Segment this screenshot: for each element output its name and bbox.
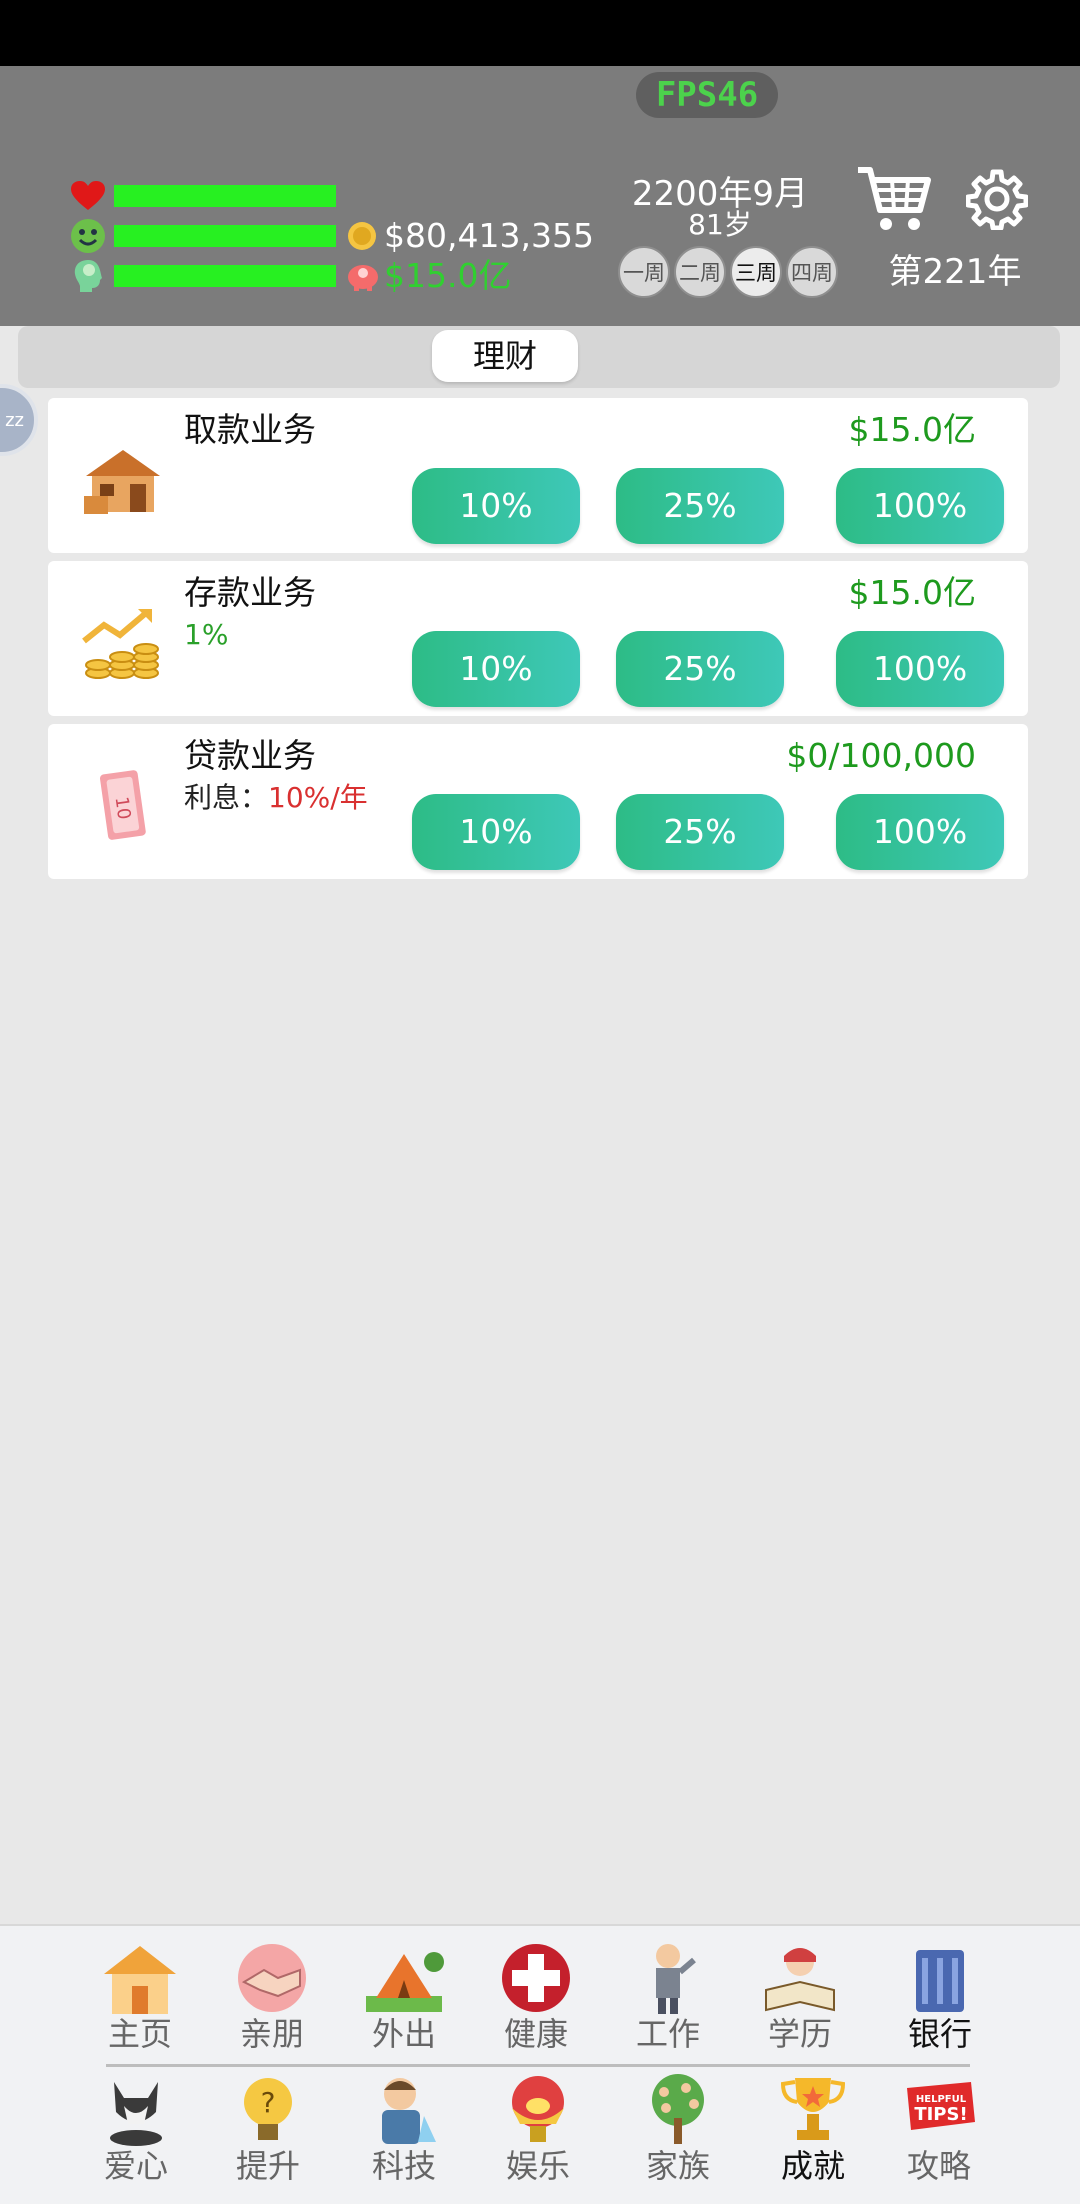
- sleep-bubble-button[interactable]: zz: [0, 384, 38, 456]
- scientist-icon: [382, 2078, 436, 2144]
- deposit-10-button[interactable]: 10%: [412, 631, 580, 707]
- student-reading-icon: [765, 1948, 835, 2012]
- nav-divider: [106, 2064, 970, 2067]
- interest-info: 利息：10%/年: [184, 780, 368, 816]
- nav-charity[interactable]: 爱心: [81, 2072, 191, 2186]
- banknote-icon: 10: [80, 768, 166, 844]
- withdraw-10-button[interactable]: 10%: [412, 468, 580, 544]
- tab-bar: 理财: [18, 326, 1060, 388]
- withdraw-house-icon: [80, 442, 166, 518]
- nav-health[interactable]: 健康: [481, 1940, 591, 2054]
- family-tree-icon: [652, 2074, 704, 2144]
- gear-icon[interactable]: [965, 168, 1029, 231]
- lightbulb-question-icon: ?: [244, 2078, 292, 2140]
- year-counter: 第221年: [888, 252, 1022, 292]
- nav-achievements[interactable]: 成就: [758, 2072, 868, 2186]
- status-bar: [0, 0, 1080, 66]
- loan-100-button[interactable]: 100%: [836, 794, 1004, 870]
- card-title: 取款业务: [184, 410, 316, 449]
- trophy-icon: [780, 2078, 846, 2140]
- piggy-bank-icon: [346, 260, 378, 292]
- nav-outing[interactable]: 外出: [349, 1940, 459, 2054]
- nav-friends[interactable]: 亲朋: [217, 1940, 327, 2054]
- loan-10-button[interactable]: 10%: [412, 794, 580, 870]
- bank-building-icon: [916, 1950, 964, 2012]
- loan-card: 10 贷款业务 利息：10%/年 $0/100,000 10% 25% 100%: [48, 724, 1028, 879]
- brain-head-icon: [70, 258, 106, 294]
- age-label: 81岁: [688, 208, 752, 241]
- card-value: $15.0亿: [848, 410, 976, 449]
- interest-label: 利息：: [184, 781, 269, 814]
- fps-counter: FPS46: [636, 72, 778, 118]
- card-title: 贷款业务: [184, 736, 316, 775]
- nav-entertainment[interactable]: 娱乐: [483, 2072, 593, 2186]
- health-bar: [114, 185, 336, 207]
- shopping-cart-icon[interactable]: [856, 164, 932, 236]
- intelligence-row: $15.0亿: [70, 258, 511, 294]
- interest-rate: 1%: [184, 618, 229, 651]
- nav-family[interactable]: 家族: [623, 2072, 733, 2186]
- card-value: $0/100,000: [786, 736, 976, 775]
- withdraw-100-button[interactable]: 100%: [836, 468, 1004, 544]
- nav-technology[interactable]: 科技: [349, 2072, 459, 2186]
- nav-improve[interactable]: ? 提升: [213, 2072, 323, 2186]
- money-value: $80,413,355: [384, 216, 594, 255]
- husky-dog-icon: [110, 2082, 162, 2146]
- interest-value: 10%/年: [268, 781, 368, 814]
- loan-25-button[interactable]: 25%: [616, 794, 784, 870]
- house-icon: [104, 1946, 176, 2014]
- bottom-nav: 主页 亲朋 外出 健康 工作 学历 银行 爱心 ? 提升 科技 娱乐 家族 成就…: [0, 1924, 1080, 2204]
- happiness-bar: [114, 225, 336, 247]
- nav-bank[interactable]: 银行: [885, 1940, 995, 2054]
- svg-text:10: 10: [111, 795, 135, 821]
- tab-finance[interactable]: 理财: [432, 330, 578, 382]
- gold-ingot-icon: [512, 2076, 564, 2142]
- health-row: [70, 178, 336, 214]
- medical-cross-icon: [502, 1944, 570, 2012]
- tent-icon: [366, 1952, 444, 2012]
- coin-icon: [346, 220, 378, 252]
- nav-education[interactable]: 学历: [745, 1940, 855, 2054]
- happiness-row: $80,413,355: [70, 218, 594, 254]
- nav-work[interactable]: 工作: [613, 1940, 723, 2054]
- coins-growth-icon: [80, 605, 166, 681]
- week-3-button[interactable]: 三周: [730, 246, 782, 298]
- week-4-button[interactable]: 四周: [786, 246, 838, 298]
- handshake-icon: [238, 1944, 306, 2012]
- deposit-100-button[interactable]: 100%: [836, 631, 1004, 707]
- deposit-card: 存款业务 1% $15.0亿 10% 25% 100%: [48, 561, 1028, 716]
- worker-icon: [656, 1944, 696, 2014]
- smiley-icon: [70, 218, 106, 254]
- deposit-25-button[interactable]: 25%: [616, 631, 784, 707]
- card-value: $15.0亿: [848, 573, 976, 612]
- svg-text:?: ?: [261, 2086, 276, 2119]
- savings-value: $15.0亿: [384, 256, 512, 295]
- nav-guide[interactable]: HELPFUL TIPS! 攻略: [884, 2072, 994, 2186]
- tips-badge-icon: HELPFULTIPS!: [907, 2082, 975, 2130]
- intelligence-bar: [114, 265, 336, 287]
- withdraw-25-button[interactable]: 25%: [616, 468, 784, 544]
- week-2-button[interactable]: 二周: [674, 246, 726, 298]
- nav-home[interactable]: 主页: [85, 1940, 195, 2054]
- svg-text:TIPS!: TIPS!: [914, 2104, 967, 2125]
- week-1-button[interactable]: 一周: [618, 246, 670, 298]
- header: FPS46 $80,413,355 $15.0亿 2200年9月 81岁 一周 …: [0, 66, 1080, 326]
- card-title: 存款业务: [184, 573, 316, 612]
- withdraw-card: 取款业务 $15.0亿 10% 25% 100%: [48, 398, 1028, 553]
- week-selector: 一周 二周 三周 四周: [618, 246, 838, 298]
- heart-icon: [70, 178, 106, 214]
